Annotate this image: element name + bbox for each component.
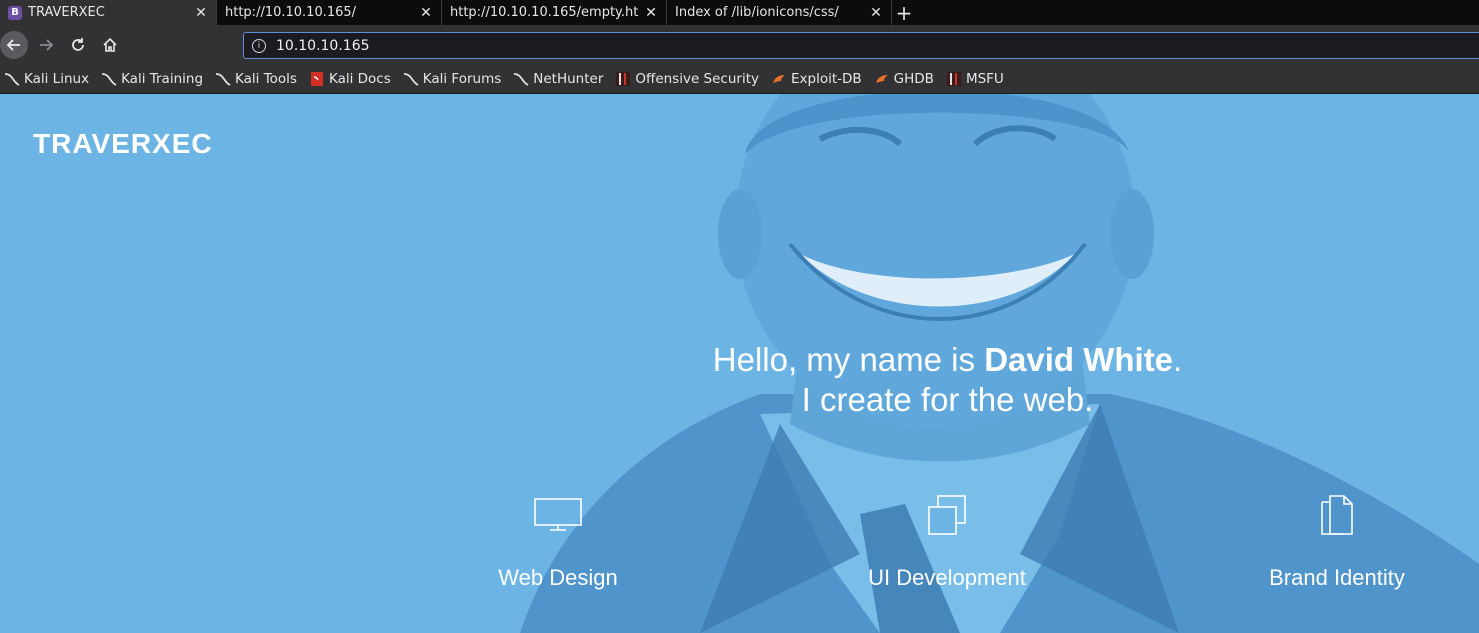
- bookmark-label: Kali Tools: [235, 71, 297, 87]
- bookmark-label: MSFU: [965, 71, 1004, 87]
- kali-dragon-icon: [215, 71, 231, 87]
- bookmark-kali-docs[interactable]: Kali Docs: [309, 71, 391, 87]
- bookmark-label: NetHunter: [533, 71, 604, 87]
- bookmark-kali-linux[interactable]: Kali Linux: [4, 71, 89, 87]
- service-label: Web Design: [498, 565, 618, 590]
- hero-heading: Hello, my name is David White. I create …: [600, 340, 1295, 420]
- bookmark-msfu[interactable]: MSFU: [946, 71, 1004, 87]
- close-icon[interactable]: ✕: [194, 5, 208, 21]
- navigation-bar: i 10.10.10.165: [0, 25, 1479, 65]
- tab-strip: B TRAVERXEC ✕ http://10.10.10.165/ ✕ htt…: [0, 0, 1479, 25]
- tab-title: http://10.10.10.165/: [225, 5, 357, 20]
- kali-dragon-icon: [513, 71, 529, 87]
- arrow-left-icon: [6, 39, 20, 51]
- documents-icon: [1212, 492, 1462, 537]
- tab-root[interactable]: http://10.10.10.165/ ✕: [217, 0, 442, 25]
- bookmark-kali-forums[interactable]: Kali Forums: [403, 71, 502, 87]
- bookmark-label: Kali Forums: [422, 71, 502, 87]
- service-label: Brand Identity: [1269, 565, 1405, 590]
- windows-icon: [822, 492, 1072, 537]
- bookmark-kali-training[interactable]: Kali Training: [101, 71, 203, 87]
- url-bar[interactable]: i 10.10.10.165: [243, 32, 1479, 59]
- bookmark-label: Offensive Security: [635, 71, 759, 87]
- reload-icon: [72, 38, 84, 51]
- offsec-icon: [615, 71, 631, 87]
- close-icon[interactable]: ✕: [644, 5, 658, 21]
- forward-button[interactable]: [32, 31, 60, 59]
- bookmark-offensive-security[interactable]: Offensive Security: [615, 71, 759, 87]
- bookmark-nethunter[interactable]: NetHunter: [513, 71, 603, 87]
- kali-dragon-icon: [101, 71, 117, 87]
- tab-title: http://10.10.10.165/empty.ht: [450, 5, 638, 20]
- bootstrap-favicon-icon: B: [8, 5, 22, 20]
- bookmark-label: Kali Linux: [24, 71, 90, 87]
- close-icon[interactable]: ✕: [419, 5, 433, 21]
- service-brand-identity: Brand Identity: [1212, 492, 1462, 591]
- url-text: 10.10.10.165: [276, 37, 370, 54]
- exploitdb-icon: [874, 71, 890, 87]
- bookmarks-bar: Kali Linux Kali Training Kali Tools Kali…: [0, 65, 1479, 94]
- bookmark-exploit-db[interactable]: Exploit-DB: [771, 71, 862, 87]
- hello-prefix: Hello, my name is: [712, 341, 985, 378]
- home-icon: [103, 37, 117, 52]
- tab-traverxec[interactable]: B TRAVERXEC ✕: [0, 0, 217, 25]
- tab-title: TRAVERXEC: [28, 5, 105, 20]
- info-icon[interactable]: i: [252, 38, 266, 53]
- tab-title: Index of /lib/ionicons/css/: [675, 5, 839, 20]
- tab-ionicons[interactable]: Index of /lib/ionicons/css/ ✕: [667, 0, 892, 25]
- bookmark-label: Kali Docs: [328, 71, 391, 87]
- hello-line2: I create for the web.: [801, 381, 1094, 418]
- exploitdb-icon: [771, 71, 787, 87]
- bookmark-ghdb[interactable]: GHDB: [874, 71, 934, 87]
- bookmark-label: GHDB: [893, 71, 934, 87]
- monitor-icon: [433, 492, 683, 537]
- offsec-icon: [946, 71, 962, 87]
- new-tab-button[interactable]: +: [892, 0, 916, 25]
- service-ui-development: UI Development: [822, 492, 1072, 591]
- kali-docs-icon: [309, 71, 325, 87]
- hello-name: David White: [984, 341, 1174, 378]
- hello-suffix: .: [1173, 341, 1183, 378]
- tab-empty[interactable]: http://10.10.10.165/empty.ht ✕: [442, 0, 667, 25]
- service-label: UI Development: [868, 565, 1026, 590]
- service-web-design: Web Design: [433, 492, 683, 591]
- bookmark-label: Kali Training: [121, 71, 204, 87]
- bookmark-label: Exploit-DB: [791, 71, 862, 87]
- home-button[interactable]: [96, 31, 124, 59]
- bookmark-kali-tools[interactable]: Kali Tools: [215, 71, 297, 87]
- kali-dragon-icon: [403, 71, 419, 87]
- arrow-right-icon: [40, 39, 54, 51]
- reload-button[interactable]: [64, 31, 92, 59]
- page-content: TRAVERXEC Hello, my name is David White.…: [0, 94, 1479, 633]
- back-button[interactable]: [0, 31, 28, 59]
- close-icon[interactable]: ✕: [869, 5, 883, 21]
- site-brand[interactable]: TRAVERXEC: [33, 128, 213, 160]
- kali-dragon-icon: [4, 71, 20, 87]
